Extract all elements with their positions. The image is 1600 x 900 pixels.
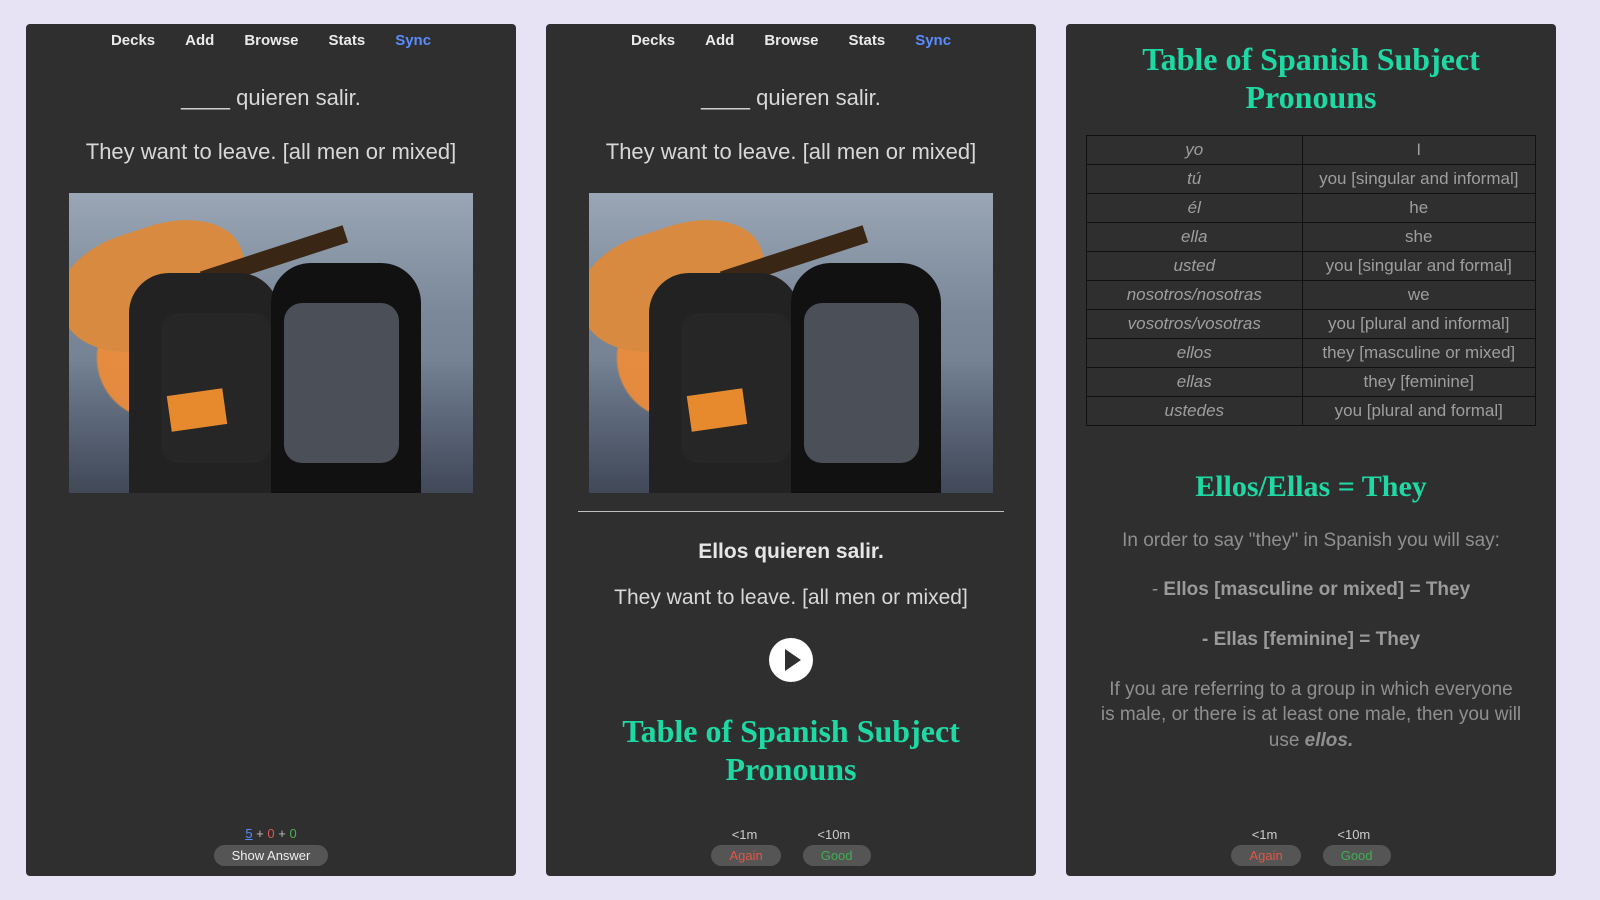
- footer-back: <1m <10m Again Good: [546, 827, 1036, 866]
- table-row: vosotros/vosotrasyou [plural and informa…: [1087, 309, 1536, 338]
- pronoun-es: ellas: [1087, 367, 1303, 396]
- menubar: Decks Add Browse Stats Sync: [546, 24, 1036, 55]
- pronoun-es: usted: [1087, 251, 1303, 280]
- table-row: élhe: [1087, 193, 1536, 222]
- pronoun-table-title: Table of Spanish Subject Pronouns: [566, 712, 1016, 789]
- menu-sync[interactable]: Sync: [395, 32, 431, 49]
- table-row: ustedyou [singular and formal]: [1087, 251, 1536, 280]
- table-row: ustedesyou [plural and formal]: [1087, 396, 1536, 425]
- table-row: ellashe: [1087, 222, 1536, 251]
- ease-times: <1m <10m: [546, 827, 1036, 842]
- menubar: Decks Add Browse Stats Sync: [26, 24, 516, 55]
- answer-translation: They want to leave. [all men or mixed]: [566, 586, 1016, 610]
- pronoun-en: you [plural and informal]: [1302, 309, 1535, 338]
- ease-again-button[interactable]: Again: [711, 845, 780, 866]
- pronoun-en: I: [1302, 135, 1535, 164]
- menu-add[interactable]: Add: [185, 32, 214, 49]
- table-row: ellosthey [masculine or mixed]: [1087, 338, 1536, 367]
- card-front: ____ quieren salir. They want to leave. …: [26, 55, 516, 876]
- card-image: [589, 193, 993, 493]
- count-due: 0: [289, 826, 296, 841]
- again-time: <1m: [732, 827, 758, 842]
- menu-decks[interactable]: Decks: [111, 32, 155, 49]
- pronoun-en: they [masculine or mixed]: [1302, 338, 1535, 367]
- table-row: túyou [singular and informal]: [1087, 164, 1536, 193]
- pronoun-es: nosotros/nosotras: [1087, 280, 1303, 309]
- front-translation: They want to leave. [all men or mixed]: [566, 139, 1016, 165]
- ease-again-button[interactable]: Again: [1231, 845, 1300, 866]
- footer-extra: <1m <10m Again Good: [1066, 827, 1556, 866]
- explain-intro: In order to say "they" in Spanish you wi…: [1086, 528, 1536, 554]
- cloze-prompt: ____ quieren salir.: [46, 85, 496, 111]
- card-image: [69, 193, 473, 493]
- count-learn: 0: [267, 826, 274, 841]
- card-extra: Table of Spanish Subject Pronouns yoItúy…: [1066, 24, 1556, 876]
- anki-panel-extra: Table of Spanish Subject Pronouns yoItúy…: [1066, 24, 1556, 876]
- pronoun-es: vosotros/vosotras: [1087, 309, 1303, 338]
- menu-decks[interactable]: Decks: [631, 32, 675, 49]
- pronoun-table-title: Table of Spanish Subject Pronouns: [1086, 40, 1536, 117]
- explain-line2: - Ellas [feminine] = They: [1086, 627, 1536, 653]
- menu-stats[interactable]: Stats: [849, 32, 886, 49]
- play-audio-button[interactable]: [769, 638, 813, 682]
- good-time: <10m: [817, 827, 850, 842]
- pronoun-en: they [feminine]: [1302, 367, 1535, 396]
- ease-good-button[interactable]: Good: [1323, 845, 1391, 866]
- pronoun-es: ellos: [1087, 338, 1303, 367]
- anki-panel-front: Decks Add Browse Stats Sync ____ quieren…: [26, 24, 516, 876]
- pronoun-en: we: [1302, 280, 1535, 309]
- ellos-ellas-heading: Ellos/Ellas = They: [1086, 470, 1536, 504]
- menu-browse[interactable]: Browse: [764, 32, 818, 49]
- pronoun-es: tú: [1087, 164, 1303, 193]
- front-translation: They want to leave. [all men or mixed]: [46, 139, 496, 165]
- table-row: nosotros/nosotraswe: [1087, 280, 1536, 309]
- ease-times: <1m <10m: [1066, 827, 1556, 842]
- pronoun-es: ella: [1087, 222, 1303, 251]
- pronoun-es: yo: [1087, 135, 1303, 164]
- footer-front: 5 + 0 + 0 Show Answer: [26, 826, 516, 866]
- pronoun-en: you [singular and informal]: [1302, 164, 1535, 193]
- pronoun-en: you [plural and formal]: [1302, 396, 1535, 425]
- explain-line1: - Ellos [masculine or mixed] = They: [1086, 577, 1536, 603]
- again-time: <1m: [1252, 827, 1278, 842]
- pronoun-en: she: [1302, 222, 1535, 251]
- review-counts: 5 + 0 + 0: [26, 826, 516, 841]
- table-row: yoI: [1087, 135, 1536, 164]
- menu-stats[interactable]: Stats: [329, 32, 366, 49]
- pronoun-es: él: [1087, 193, 1303, 222]
- explain-para: If you are referring to a group in which…: [1086, 677, 1536, 754]
- pronoun-en: you [singular and formal]: [1302, 251, 1535, 280]
- answer-sentence: Ellos quieren salir.: [566, 540, 1016, 564]
- good-time: <10m: [1337, 827, 1370, 842]
- ease-good-button[interactable]: Good: [803, 845, 871, 866]
- pronoun-table: yoItúyou [singular and informal]élheella…: [1086, 135, 1536, 426]
- anki-panel-back: Decks Add Browse Stats Sync ____ quieren…: [546, 24, 1036, 876]
- table-row: ellasthey [feminine]: [1087, 367, 1536, 396]
- count-new: 5: [245, 826, 252, 841]
- pronoun-es: ustedes: [1087, 396, 1303, 425]
- pronoun-en: he: [1302, 193, 1535, 222]
- show-answer-button[interactable]: Show Answer: [214, 845, 329, 866]
- menu-browse[interactable]: Browse: [244, 32, 298, 49]
- front-back-divider: [578, 511, 1004, 512]
- menu-add[interactable]: Add: [705, 32, 734, 49]
- menu-sync[interactable]: Sync: [915, 32, 951, 49]
- cloze-prompt: ____ quieren salir.: [566, 85, 1016, 111]
- card-back: ____ quieren salir. They want to leave. …: [546, 55, 1036, 876]
